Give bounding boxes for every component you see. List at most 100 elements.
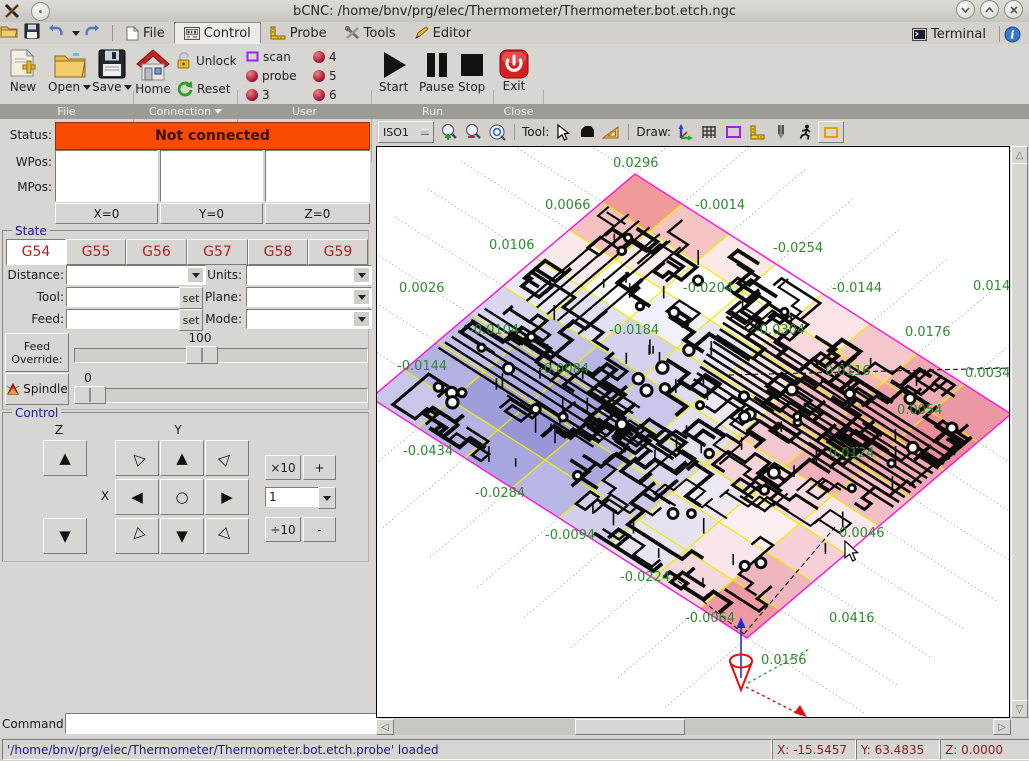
tab-control[interactable]: Control [174, 22, 261, 44]
start-button[interactable]: Start [379, 50, 408, 94]
pos-cell-x[interactable] [55, 150, 158, 202]
user-button-3[interactable]: 3 [246, 88, 270, 102]
chevron-down-icon[interactable] [354, 290, 369, 304]
jog-z-up-button[interactable]: ▲ [43, 440, 87, 476]
zero-z-button[interactable]: Z=0 [265, 203, 370, 224]
spindle-slider-handle[interactable] [74, 386, 106, 404]
tab-tools[interactable]: Tools [336, 23, 405, 43]
jog-xy-downleft-button[interactable]: △ [115, 518, 159, 554]
user-button-5[interactable]: 5 [313, 69, 337, 83]
user-button-4[interactable]: 4 [313, 50, 337, 64]
chevron-down-icon[interactable] [354, 268, 369, 282]
ruler-tool-button[interactable] [600, 122, 622, 142]
step-combobox-arrow[interactable] [318, 487, 336, 509]
unlock-button[interactable]: Unlock [176, 52, 237, 69]
step-mul10-button[interactable]: ×10 [265, 455, 301, 480]
gcode-canvas[interactable]: 0.02960.0066-0.00140.0106-0.02540.0026-0… [376, 146, 1010, 718]
draw-margin-button[interactable] [722, 122, 744, 142]
pause-button[interactable]: Pause [419, 50, 454, 94]
hscroll-thumb[interactable] [575, 719, 685, 735]
gantry-tool-button[interactable] [576, 122, 598, 142]
wcs-g57[interactable]: G57 [187, 239, 248, 265]
reset-button[interactable]: Reset [176, 80, 231, 97]
user-button-probe[interactable]: probe [246, 69, 297, 83]
jog-origin-button[interactable]: ○ [160, 479, 204, 515]
plane-combobox[interactable] [246, 287, 372, 307]
jog-y-down-button[interactable]: ▼ [160, 518, 204, 554]
save-button[interactable]: Save [92, 48, 132, 94]
distance-combobox[interactable] [66, 265, 206, 285]
group-connection[interactable]: Connection [134, 104, 237, 119]
step-minus-button[interactable]: - [303, 517, 336, 542]
pos-cell-y[interactable] [160, 150, 263, 202]
help-icon[interactable]: i [1004, 26, 1021, 43]
home-button[interactable]: Home [135, 48, 171, 96]
scroll-right-arrow[interactable]: ▷ [993, 719, 1011, 735]
close-button[interactable] [1004, 0, 1023, 19]
draw-rapid-button[interactable] [818, 121, 844, 143]
command-input[interactable] [65, 713, 379, 734]
save-file-icon[interactable] [24, 23, 46, 43]
terminal-button[interactable]: Terminal [903, 24, 995, 44]
user-button-6[interactable]: 6 [313, 88, 337, 102]
spindle-button[interactable]: Spindle [5, 373, 69, 405]
exit-button[interactable]: Exit [499, 49, 529, 93]
zero-x-button[interactable]: X=0 [55, 203, 158, 224]
mode-combobox[interactable] [246, 309, 372, 329]
pos-cell-z[interactable] [265, 150, 370, 202]
chevron-down-icon[interactable] [354, 312, 369, 326]
step-combobox[interactable]: 1 [265, 487, 323, 507]
feed-override-slider-handle[interactable] [186, 346, 218, 364]
wcs-g58[interactable]: G58 [248, 239, 308, 265]
select-tool-button[interactable] [552, 122, 574, 142]
tab-probe[interactable]: Probe [261, 23, 336, 43]
open-file-icon[interactable] [0, 23, 22, 43]
step-div10-button[interactable]: ÷10 [265, 517, 301, 542]
redo-icon[interactable] [84, 23, 106, 43]
stop-button[interactable]: Stop [458, 50, 485, 94]
feed-override-button[interactable]: Feed Override: [5, 333, 69, 372]
jog-xy-upleft-button[interactable]: △ [115, 440, 159, 476]
canvas-vscrollbar[interactable]: △ ▽ [1011, 146, 1028, 718]
step-plus-button[interactable]: + [303, 455, 336, 480]
scroll-down-arrow[interactable]: ▽ [1011, 700, 1028, 718]
zero-y-button[interactable]: Y=0 [160, 203, 263, 224]
tab-file[interactable]: File [117, 23, 174, 43]
jog-x-minus-button[interactable]: ◀ [115, 479, 159, 515]
wcs-g59[interactable]: G59 [308, 239, 368, 265]
wcs-g54[interactable]: G54 [6, 239, 66, 265]
zoom-fit-button[interactable] [486, 122, 508, 142]
canvas-hscrollbar[interactable]: ◁ ▷ [376, 719, 1010, 735]
open-button[interactable]: Open [48, 48, 91, 94]
tab-editor[interactable]: Editor [405, 23, 480, 43]
draw-probe-button[interactable] [770, 122, 792, 142]
draw-axes-button[interactable] [674, 122, 696, 142]
scroll-left-arrow[interactable]: ◁ [376, 719, 394, 735]
jog-z-down-button[interactable]: ▼ [43, 518, 87, 554]
zoom-in-button[interactable] [438, 122, 460, 142]
feed-override-slider[interactable] [74, 348, 368, 363]
tool-entry[interactable] [66, 287, 184, 307]
view-select[interactable]: ISO1 [378, 121, 434, 143]
undo-dropdown-caret[interactable] [72, 31, 80, 36]
jog-xy-upright-button[interactable]: △ [205, 440, 249, 476]
feed-entry[interactable] [66, 309, 184, 329]
wcs-g55[interactable]: G55 [66, 239, 126, 265]
vscroll-thumb[interactable] [1011, 163, 1028, 701]
jog-y-up-button[interactable]: ▲ [160, 440, 204, 476]
user-button-scan[interactable]: scan [246, 50, 291, 64]
draw-ruler-button[interactable] [746, 122, 768, 142]
undo-icon[interactable] [48, 23, 70, 43]
units-combobox[interactable] [246, 265, 372, 285]
jog-x-plus-button[interactable]: ▶ [205, 479, 249, 515]
minimize-button[interactable] [956, 0, 975, 19]
window-menu-button[interactable] [31, 2, 50, 21]
zoom-out-button[interactable] [462, 122, 484, 142]
new-button[interactable]: New [8, 48, 38, 94]
draw-grid-button[interactable] [698, 122, 720, 142]
spindle-slider[interactable] [74, 388, 368, 403]
draw-paths-button[interactable] [794, 122, 816, 142]
jog-xy-downright-button[interactable]: △ [205, 518, 249, 554]
scroll-up-arrow[interactable]: △ [1011, 146, 1028, 164]
maximize-button[interactable] [980, 0, 999, 19]
